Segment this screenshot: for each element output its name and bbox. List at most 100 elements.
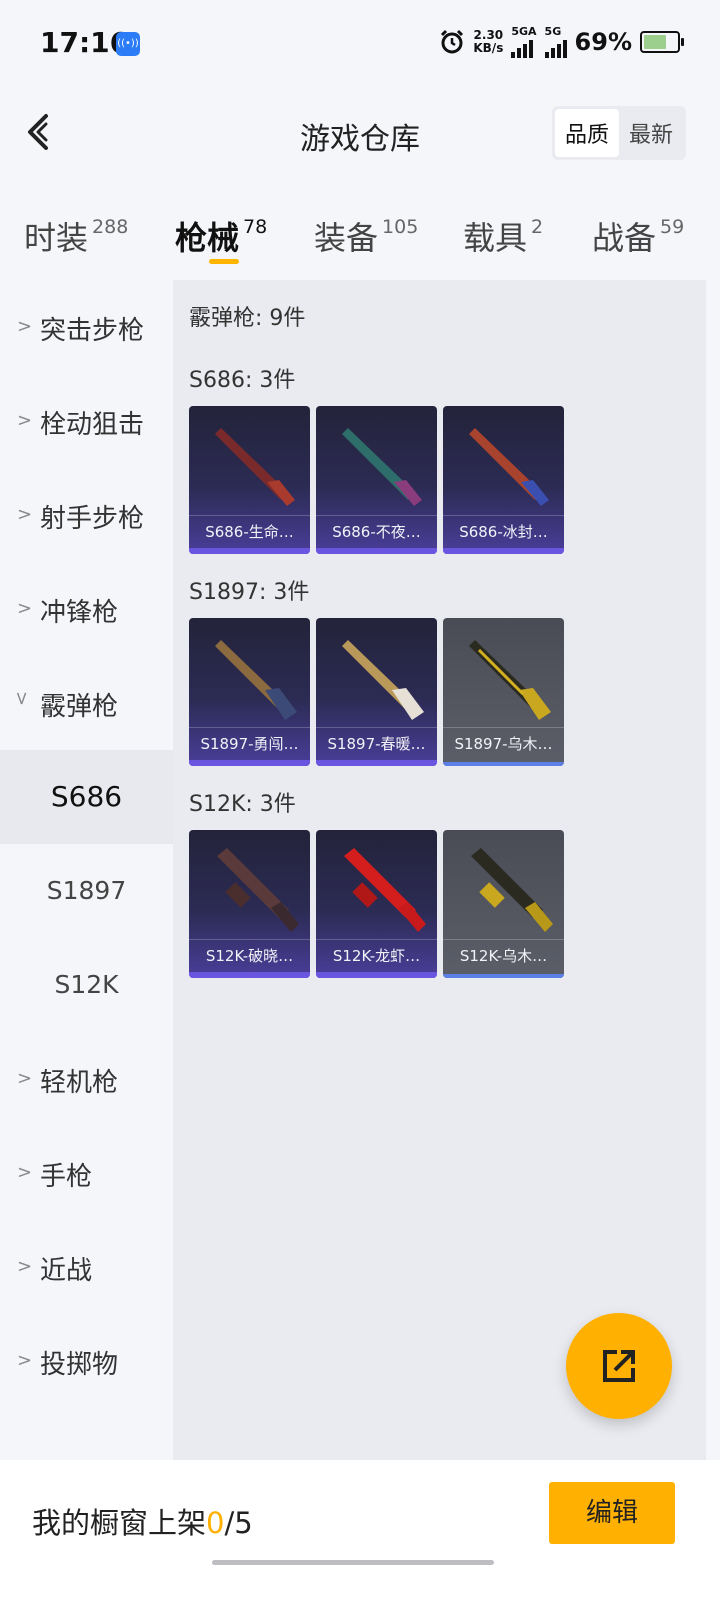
sidebar-item-smg[interactable]: > 冲锋枪 bbox=[0, 562, 173, 656]
sidebar-item-marksman-rifle[interactable]: > 射手步枪 bbox=[0, 468, 173, 562]
weapon-card-name: S12K-乌木… bbox=[443, 939, 564, 972]
weapon-card[interactable]: S1897-勇闯… bbox=[189, 618, 310, 766]
weapon-card[interactable]: S12K-乌木… bbox=[443, 830, 564, 978]
tab-guns[interactable]: 枪械 78 bbox=[175, 213, 267, 259]
sidebar-item-pistol[interactable]: > 手枪 bbox=[0, 1126, 173, 1220]
shotgun-skin-icon bbox=[215, 428, 295, 506]
tab-count: 105 bbox=[382, 216, 419, 239]
sidebar-sub-s12k[interactable]: S12K bbox=[0, 938, 173, 1032]
battery-percent: 69% bbox=[574, 28, 632, 56]
chevron-right-icon: > bbox=[17, 316, 33, 337]
sidebar-item-label: 投掷物 bbox=[40, 1350, 119, 1380]
sidebar-sub-s686[interactable]: S686 bbox=[0, 750, 173, 844]
shotgun-skin-icon bbox=[471, 848, 553, 932]
chevron-down-icon: > bbox=[11, 690, 33, 707]
chevron-right-icon: > bbox=[17, 410, 33, 431]
category-tabs: 时装 288 枪械 78 装备 105 载具 2 战备 59 bbox=[0, 205, 720, 275]
network-speed-unit: KB/s bbox=[473, 41, 504, 55]
tab-label: 时装 bbox=[24, 219, 89, 257]
shelf-current-count: 0 bbox=[206, 1506, 225, 1540]
sort-newest-button[interactable]: 最新 bbox=[619, 109, 683, 157]
sidebar-item-throwables[interactable]: > 投掷物 bbox=[0, 1314, 173, 1408]
sidebar-item-shotgun[interactable]: > 霰弹枪 bbox=[0, 656, 173, 750]
sort-quality-button[interactable]: 品质 bbox=[554, 109, 619, 157]
group-title-s1897: S1897: 3件 bbox=[189, 580, 310, 605]
chevron-right-icon: > bbox=[17, 598, 33, 619]
rarity-strip bbox=[189, 760, 310, 766]
rarity-strip bbox=[189, 548, 310, 554]
weapon-card-name: S1897-春暖… bbox=[316, 727, 437, 760]
tab-count: 78 bbox=[243, 216, 268, 239]
share-fab-button[interactable] bbox=[566, 1313, 672, 1419]
sidebar-item-label: 突击步枪 bbox=[40, 316, 145, 346]
notification-badge-icon: ((•)) bbox=[116, 32, 140, 56]
sidebar-item-lmg[interactable]: > 轻机枪 bbox=[0, 1032, 173, 1126]
sidebar-item-assault-rifle[interactable]: > 突击步枪 bbox=[0, 280, 173, 374]
weapon-card-name: S12K-破晓… bbox=[189, 939, 310, 972]
group-title-s12k: S12K: 3件 bbox=[189, 792, 296, 817]
shelf-label: 我的橱窗上架 bbox=[32, 1506, 207, 1540]
tab-outfits[interactable]: 时装 288 bbox=[24, 213, 128, 259]
shotgun-skin-icon bbox=[217, 848, 299, 932]
sidebar-item-label: 栓动狙击 bbox=[40, 410, 145, 440]
sidebar-item-label: 轻机枪 bbox=[40, 1068, 119, 1098]
tab-label: 装备 bbox=[314, 219, 379, 257]
edit-button[interactable]: 编辑 bbox=[549, 1482, 675, 1544]
weapon-card-name: S12K-龙虾… bbox=[316, 939, 437, 972]
bottom-bar: 我的橱窗上架0/5 编辑 bbox=[0, 1460, 720, 1600]
signal-2-bars-icon bbox=[544, 38, 567, 58]
shotgun-skin-icon bbox=[344, 848, 426, 932]
shotgun-skin-icon bbox=[342, 428, 422, 506]
weapon-card[interactable]: S1897-春暖… bbox=[316, 618, 437, 766]
signal-1: 5GA bbox=[511, 25, 537, 58]
tab-label: 载具 bbox=[463, 219, 528, 257]
weapon-card[interactable]: S686-生命… bbox=[189, 406, 310, 554]
weapon-card-name: S686-冰封… bbox=[443, 515, 564, 548]
shotgun-summary: 霰弹枪: 9件 bbox=[189, 306, 306, 331]
showcase-shelf-status: 我的橱窗上架0/5 bbox=[32, 1500, 253, 1542]
signal-1-bars-icon bbox=[511, 38, 536, 58]
weapon-card[interactable]: S686-冰封… bbox=[443, 406, 564, 554]
chevron-right-icon: > bbox=[17, 1350, 33, 1371]
alarm-icon bbox=[441, 29, 464, 54]
battery-icon bbox=[640, 31, 684, 53]
weapon-card-name: S686-生命… bbox=[189, 515, 310, 548]
weapon-card[interactable]: S12K-破晓… bbox=[189, 830, 310, 978]
tab-equipment[interactable]: 装备 105 bbox=[314, 213, 418, 259]
signal-2-label: 5G bbox=[544, 25, 562, 38]
shotgun-skin-icon bbox=[469, 428, 549, 506]
status-indicators: 2.30 KB/s 5GA 5G 69% bbox=[439, 25, 684, 58]
weapon-card-name: S1897-勇闯… bbox=[189, 727, 310, 760]
active-tab-indicator bbox=[209, 259, 239, 264]
weapon-card[interactable]: S686-不夜… bbox=[316, 406, 437, 554]
sidebar-item-melee[interactable]: > 近战 bbox=[0, 1220, 173, 1314]
weapon-card[interactable]: S1897-乌木… bbox=[443, 618, 564, 766]
share-external-icon bbox=[603, 1350, 635, 1382]
sidebar-item-bolt-sniper[interactable]: > 栓动狙击 bbox=[0, 374, 173, 468]
home-indicator[interactable] bbox=[212, 1560, 494, 1565]
sidebar-item-label: 射手步枪 bbox=[40, 504, 145, 534]
rarity-strip bbox=[443, 548, 564, 554]
status-bar: 17:16 ((•)) 2.30 KB/s 5GA 5G 69% bbox=[0, 0, 720, 80]
tab-label: 枪械 bbox=[175, 219, 240, 257]
shelf-total-count: /5 bbox=[224, 1506, 253, 1540]
sidebar-item-label: 冲锋枪 bbox=[40, 598, 119, 628]
signal-1-label: 5GA bbox=[511, 25, 537, 38]
rarity-strip bbox=[443, 974, 564, 978]
rarity-strip bbox=[189, 972, 310, 978]
tab-supplies[interactable]: 战备 59 bbox=[592, 213, 684, 259]
tab-label: 战备 bbox=[592, 219, 657, 257]
sort-toggle: 品质 最新 bbox=[551, 106, 686, 160]
chevron-right-icon: > bbox=[17, 1068, 33, 1089]
chevron-right-icon: > bbox=[17, 1162, 33, 1183]
group-title-s686: S686: 3件 bbox=[189, 368, 296, 393]
network-speed: 2.30 KB/s bbox=[473, 29, 503, 55]
sidebar-item-label: 近战 bbox=[40, 1256, 93, 1286]
weapon-category-sidebar: > 突击步枪 > 栓动狙击 > 射手步枪 > 冲锋枪 > 霰弹枪 S686 S1897 S… bbox=[0, 280, 173, 1460]
sidebar-sub-s1897[interactable]: S1897 bbox=[0, 844, 173, 938]
weapon-card[interactable]: S12K-龙虾… bbox=[316, 830, 437, 978]
tab-vehicles[interactable]: 载具 2 bbox=[463, 213, 543, 259]
shotgun-skin-icon bbox=[469, 640, 551, 720]
weapon-card-name: S686-不夜… bbox=[316, 515, 437, 548]
rarity-strip bbox=[316, 760, 437, 766]
